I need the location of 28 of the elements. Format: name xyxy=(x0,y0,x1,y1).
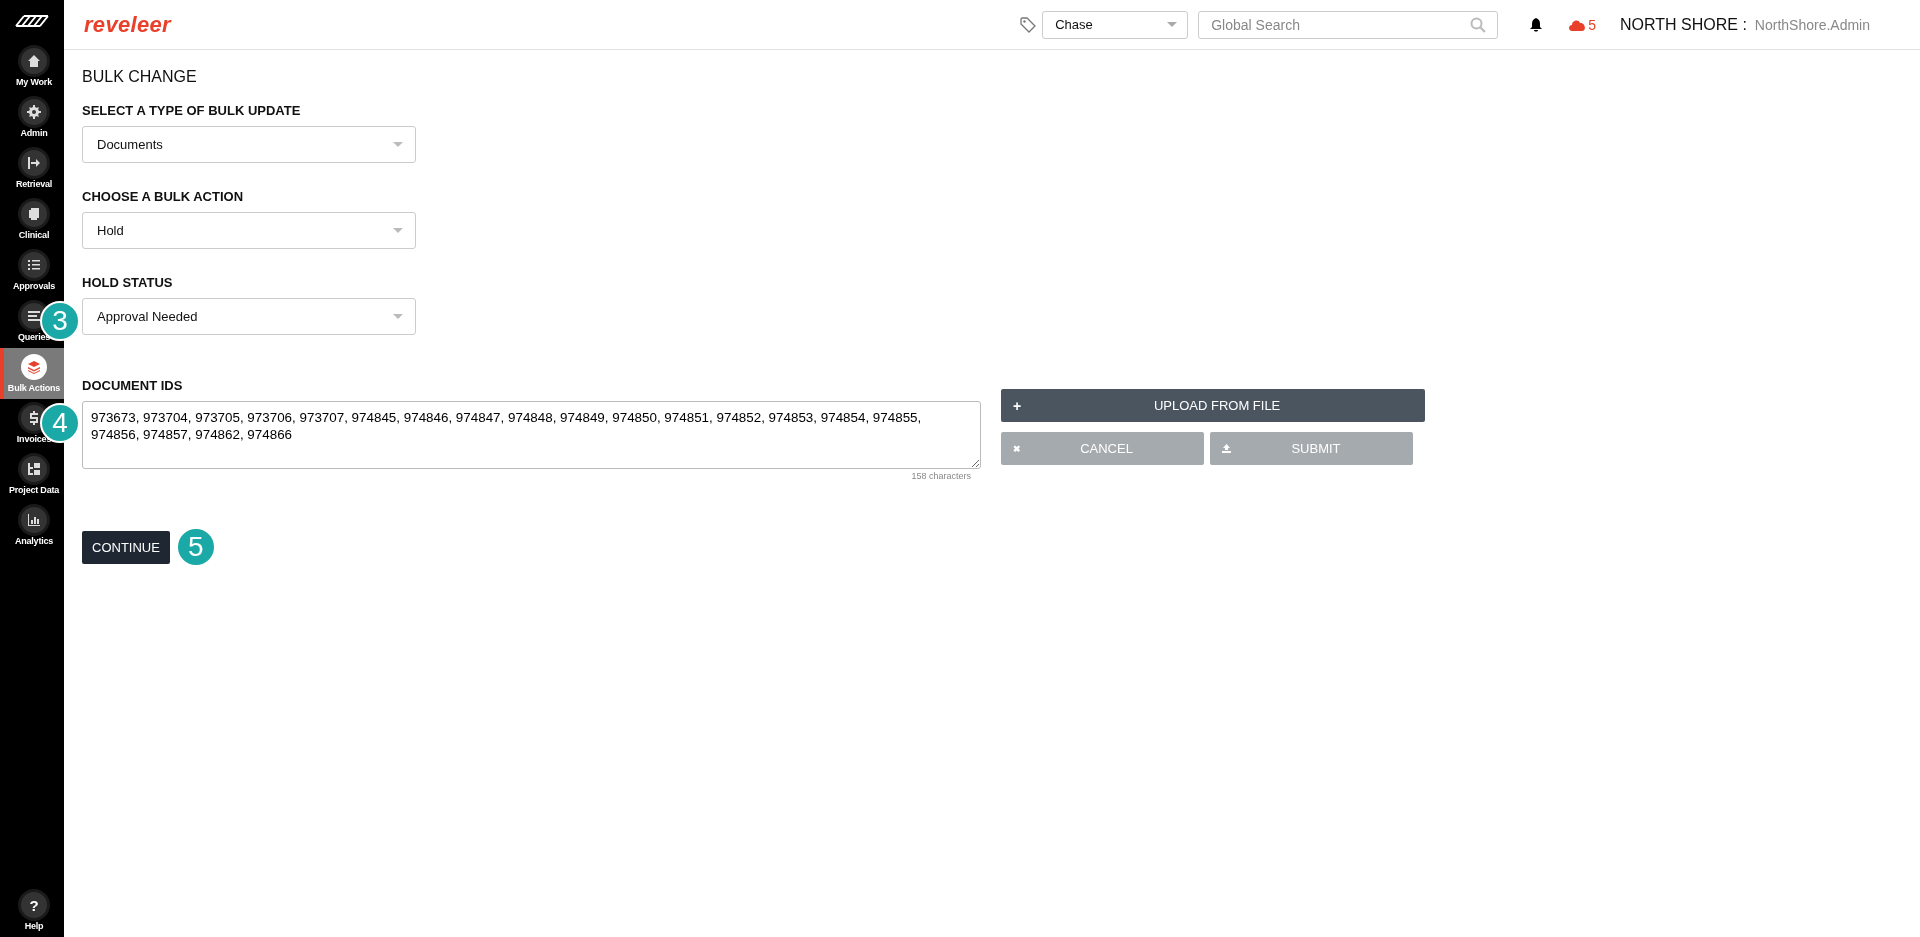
help-item[interactable]: ? Help xyxy=(0,886,64,937)
field-label: DOCUMENT IDS xyxy=(82,378,184,393)
search-field[interactable]: Global Search xyxy=(1198,10,1499,39)
sidebar-item[interactable]: Analytics xyxy=(0,501,64,552)
sidebar-item[interactable]: Admin xyxy=(0,93,64,144)
sidebar-item[interactable]: Approvals xyxy=(0,246,64,297)
user-name[interactable]: NorthShore.Admin xyxy=(1754,16,1870,33)
sidebar-item[interactable]: Retrieval xyxy=(0,144,64,195)
sidebar-item[interactable]: Bulk Actions xyxy=(0,348,64,399)
brand-logo[interactable]: reveleer xyxy=(84,11,171,38)
sidebar-item[interactable]: Clinical xyxy=(0,195,64,246)
page-title: BULK CHANGE xyxy=(82,68,198,86)
continue-button[interactable]: CONTINUE xyxy=(82,530,170,564)
dropdown[interactable]: Documents xyxy=(82,126,416,163)
upload-button[interactable]: + UPLOAD FROM FILE xyxy=(1001,389,1425,422)
sidebar-item[interactable]: My Work xyxy=(0,42,64,93)
character-counter: 158 characters xyxy=(911,471,971,481)
field-label: CHOOSE A BULK ACTION xyxy=(82,189,245,204)
sidebar-item[interactable]: Project Data xyxy=(0,450,64,501)
field-label: HOLD STATUS xyxy=(82,275,174,290)
cloud-notifications[interactable]: 5 xyxy=(1568,16,1596,33)
dropdown[interactable]: Hold xyxy=(82,212,416,249)
dropdown[interactable]: Approval Needed xyxy=(82,298,416,335)
project-select[interactable]: Chase xyxy=(1042,10,1189,39)
field-label: SELECT A TYPE OF BULK UPDATE xyxy=(82,103,302,118)
document-ids-field[interactable]: 973673, 973704, 973705, 973706, 973707, 974845, 974846, 974847, 974848, 974849, 974850, 974851, 974852, 974853, 974854, 974855, 974856, 974857, 974862, 974866 xyxy=(82,401,981,469)
step-number-tooltip: 5 xyxy=(175,527,216,567)
organization-name: NORTH SHORE : xyxy=(1620,15,1747,34)
